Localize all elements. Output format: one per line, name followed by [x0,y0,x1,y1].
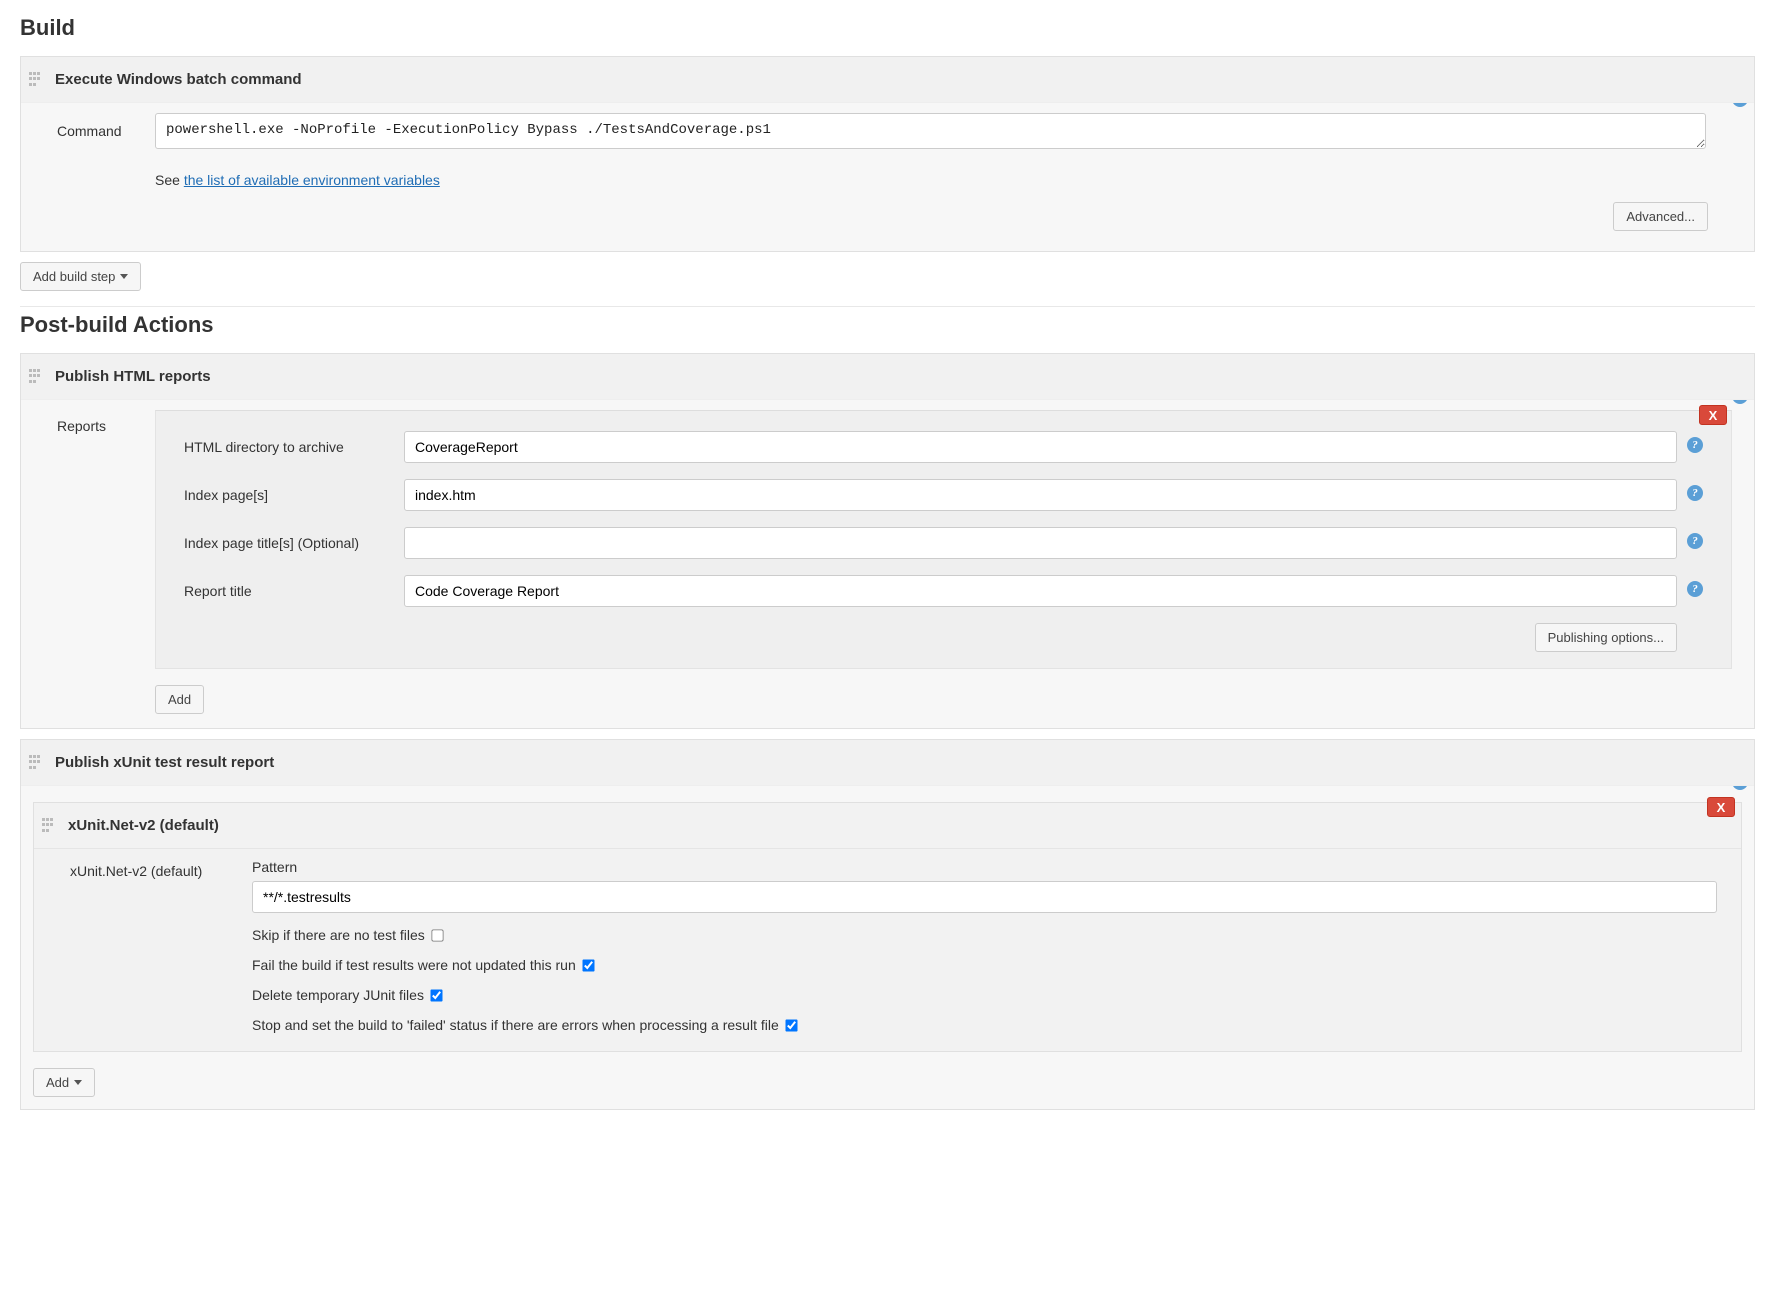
env-vars-hint: See the list of available environment va… [155,172,1706,188]
caret-down-icon [120,274,128,279]
stop-on-error-label: Stop and set the build to 'failed' statu… [252,1017,779,1033]
index-title-input[interactable] [404,527,1677,559]
drag-handle-icon[interactable] [29,369,41,385]
publish-xunit-step: X ? Publish xUnit test result report X x… [20,739,1755,1110]
fail-not-updated-checkbox[interactable] [582,959,594,971]
fail-not-updated-label: Fail the build if test results were not … [252,957,576,973]
drag-handle-icon[interactable] [29,72,41,88]
help-icon[interactable]: ? [1687,581,1703,597]
add-xunit-tool-button[interactable]: Add [33,1068,95,1097]
publishing-options-button[interactable]: Publishing options... [1535,623,1677,652]
xunit-tool-block: X xUnit.Net-v2 (default) xUnit.Net-v2 (d… [33,802,1742,1052]
pattern-input[interactable] [252,881,1717,913]
hint-prefix: See [155,172,184,188]
delete-junit-label: Delete temporary JUnit files [252,987,424,1003]
publish-xunit-header: Publish xUnit test result report [21,740,1754,786]
publish-html-header: Publish HTML reports [21,354,1754,400]
skip-no-tests-checkbox[interactable] [431,929,443,941]
exec-batch-header: Execute Windows batch command [21,57,1754,103]
report-title-input[interactable] [404,575,1677,607]
skip-no-tests-label: Skip if there are no test files [252,927,425,943]
build-section-title: Build [20,15,1755,41]
help-icon[interactable]: ? [1687,437,1703,453]
command-label: Command [57,113,155,139]
report-entry: X HTML directory to archive ? Index page… [155,410,1732,669]
drag-handle-icon[interactable] [29,755,41,771]
add-build-step-label: Add build step [33,269,115,284]
stop-on-error-checkbox[interactable] [785,1019,797,1031]
pattern-label: Pattern [252,859,1717,875]
reports-label: Reports [57,410,155,714]
help-icon[interactable]: ? [1687,485,1703,501]
add-xunit-label: Add [46,1075,69,1090]
publish-html-title: Publish HTML reports [55,368,211,385]
html-dir-input[interactable] [404,431,1677,463]
delete-junit-checkbox[interactable] [430,989,442,1001]
caret-down-icon [74,1080,82,1085]
html-dir-label: HTML directory to archive [184,439,404,455]
publish-html-step: X ? Publish HTML reports Reports X HTML … [20,353,1755,729]
command-input[interactable] [155,113,1706,149]
add-build-step-button[interactable]: Add build step [20,262,141,291]
report-title-label: Report title [184,583,404,599]
index-title-label: Index page title[s] (Optional) [184,535,404,551]
exec-batch-title: Execute Windows batch command [55,71,302,88]
drag-handle-icon[interactable] [42,818,54,834]
advanced-button[interactable]: Advanced... [1613,202,1708,231]
index-pages-input[interactable] [404,479,1677,511]
xunit-left-label: xUnit.Net-v2 (default) [70,859,240,1033]
postbuild-section-title: Post-build Actions [20,312,1755,338]
publish-xunit-title: Publish xUnit test result report [55,754,274,771]
env-vars-link[interactable]: the list of available environment variab… [184,172,440,188]
xunit-sub-title: xUnit.Net-v2 (default) [68,817,219,834]
add-report-button[interactable]: Add [155,685,204,714]
index-pages-label: Index page[s] [184,487,404,503]
delete-report-entry[interactable]: X [1699,405,1727,425]
help-icon[interactable]: ? [1687,533,1703,549]
exec-batch-step: X ? Execute Windows batch command Comman… [20,56,1755,252]
xunit-tool-header: xUnit.Net-v2 (default) [34,803,1741,849]
